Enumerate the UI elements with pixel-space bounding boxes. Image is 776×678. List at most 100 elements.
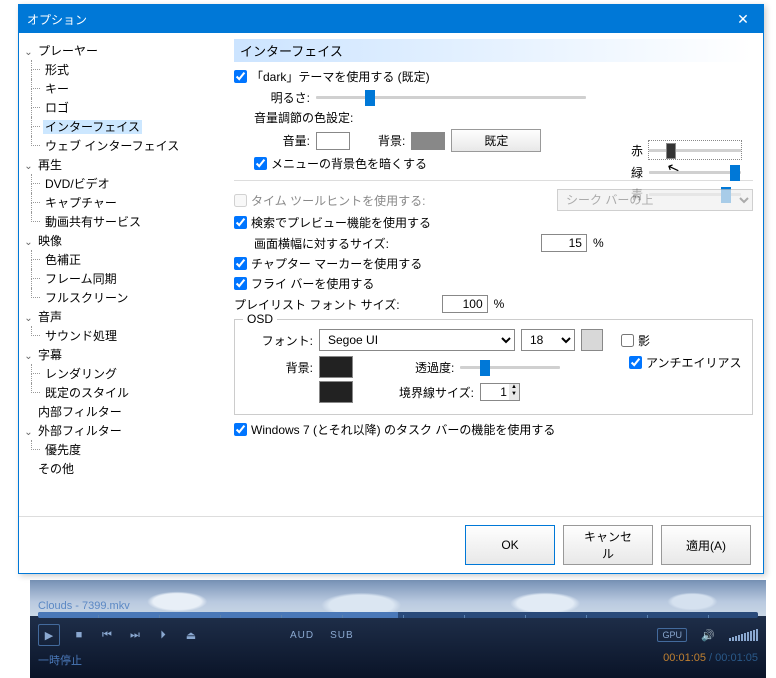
use-dark-theme-checkbox[interactable]: 「dark」テーマを使用する (既定) xyxy=(234,68,753,85)
gpu-indicator[interactable]: GPU xyxy=(657,628,687,642)
playlist-font-unit: % xyxy=(494,297,505,311)
tree-extfilter[interactable]: ⌄外部フィルター xyxy=(23,421,219,440)
osd-border-label: 境界線サイズ: xyxy=(399,384,474,401)
tree-share[interactable]: 動画共有サービス xyxy=(39,212,219,231)
tree-sound[interactable]: サウンド処理 xyxy=(39,326,219,345)
osd-border-input[interactable] xyxy=(481,384,509,400)
eject-button[interactable]: ⏏ xyxy=(182,626,200,644)
tree-playback[interactable]: ⌄再生 xyxy=(23,155,219,174)
prev-button[interactable]: ⏮ xyxy=(98,626,116,644)
preview-checkbox[interactable]: 検索でプレビュー機能を使用する xyxy=(234,214,753,231)
default-button[interactable]: 既定 xyxy=(451,129,541,152)
osd-trans-label: 透過度: xyxy=(415,359,454,376)
chevron-down-icon[interactable]: ⌄ xyxy=(23,427,34,438)
options-dialog: オプション ✕ ⌄プレーヤー 形式 キー ロゴ インターフェイス ウェブ インタ… xyxy=(18,4,764,574)
osd-bg-color-swatch[interactable] xyxy=(319,356,353,378)
dialog-buttons: OK キャンセル 適用(A) xyxy=(19,516,763,573)
tree-key[interactable]: キー xyxy=(39,79,219,98)
tree-other[interactable]: ⌄その他 xyxy=(23,459,219,478)
tree-capture[interactable]: キャプチャー xyxy=(39,193,219,212)
preview-input[interactable] xyxy=(234,216,247,229)
tree-intfilter[interactable]: ⌄内部フィルター xyxy=(23,402,219,421)
tree-fullscreen[interactable]: フルスクリーン xyxy=(39,288,219,307)
use-dark-theme-input[interactable] xyxy=(234,70,247,83)
tree-rendering[interactable]: レンダリング xyxy=(39,364,219,383)
tree-interface[interactable]: インターフェイス xyxy=(39,117,219,136)
osd-border-spinner[interactable]: ▲▼ xyxy=(480,383,520,401)
tree-priority[interactable]: 優先度 xyxy=(39,440,219,459)
osd-legend: OSD xyxy=(243,312,277,326)
tree-player[interactable]: ⌄プレーヤー xyxy=(23,41,219,60)
step-button[interactable]: ⏵ xyxy=(154,626,172,644)
osd-antialias-input[interactable] xyxy=(629,356,642,369)
tree-format[interactable]: 形式 xyxy=(39,60,219,79)
titlebar[interactable]: オプション ✕ xyxy=(19,5,763,33)
osd-shadow-checkbox[interactable]: 影 xyxy=(621,332,650,349)
ok-button[interactable]: OK xyxy=(465,525,555,565)
brightness-label: 明るさ: xyxy=(254,89,310,106)
osd-shadow-input[interactable] xyxy=(621,334,634,347)
player-file-title: Clouds - 7399.mkv xyxy=(38,600,130,612)
brightness-slider[interactable] xyxy=(316,88,586,106)
tree-subtitle[interactable]: ⌄字幕 xyxy=(23,345,219,364)
bg-color-swatch[interactable] xyxy=(411,132,445,150)
tree-audio[interactable]: ⌄音声 xyxy=(23,307,219,326)
play-button[interactable]: ▶ xyxy=(38,624,60,646)
green-slider[interactable] xyxy=(649,163,741,181)
chevron-down-icon[interactable]: ⌄ xyxy=(23,161,34,172)
time-tooltip-input xyxy=(234,194,247,207)
flybar-input[interactable] xyxy=(234,277,247,290)
win7-taskbar-checkbox[interactable]: Windows 7 (とそれ以降) のタスク バーの機能を使用する xyxy=(234,421,753,438)
osd-bg-label: 背景: xyxy=(243,359,313,376)
seek-bar[interactable] xyxy=(38,612,758,618)
options-content: インターフェイス 「dark」テーマを使用する (既定) 明るさ: 音量調節の色… xyxy=(224,33,763,516)
tree-colorcorr[interactable]: 色補正 xyxy=(39,250,219,269)
volume-color-swatch[interactable] xyxy=(316,132,350,150)
osd-font-label: フォント: xyxy=(243,332,313,349)
stop-button[interactable]: ■ xyxy=(70,626,88,644)
chevron-down-icon[interactable]: ⌄ xyxy=(23,313,34,324)
win7-taskbar-input[interactable] xyxy=(234,423,247,436)
darken-menu-input[interactable] xyxy=(254,157,267,170)
sub-indicator[interactable]: SUB xyxy=(330,630,354,641)
osd-font-combo[interactable]: Segoe UI xyxy=(319,329,515,351)
aud-indicator[interactable]: AUD xyxy=(290,630,314,641)
time-tooltip-checkbox: タイム ツールヒントを使用する: シーク バーの上 xyxy=(234,189,753,211)
chevron-down-icon[interactable]: ⌄ xyxy=(23,237,34,248)
volume-color-label: 音量調節の色設定: xyxy=(254,109,353,126)
preview-size-input[interactable] xyxy=(541,234,587,252)
osd-font-color-swatch[interactable] xyxy=(581,329,603,351)
window-title: オプション xyxy=(27,11,87,28)
volume-color-label2: 音量: xyxy=(254,132,310,149)
osd-antialias-checkbox[interactable]: アンチエイリアス xyxy=(629,354,742,371)
osd-trans-slider[interactable] xyxy=(460,358,560,376)
flybar-checkbox[interactable]: フライ バーを使用する xyxy=(234,275,753,292)
chapter-marker-checkbox[interactable]: チャプター マーカーを使用する xyxy=(234,255,753,272)
spinner-arrows-icon[interactable]: ▲▼ xyxy=(509,384,519,400)
playlist-font-input[interactable] xyxy=(442,295,488,313)
tree-dvd[interactable]: DVD/ビデオ xyxy=(39,174,219,193)
next-button[interactable]: ⏭ xyxy=(126,626,144,644)
tree-webif[interactable]: ウェブ インターフェイス xyxy=(39,136,219,155)
apply-button[interactable]: 適用(A) xyxy=(661,525,751,565)
volume-bars[interactable] xyxy=(729,629,758,641)
red-slider[interactable] xyxy=(649,141,741,159)
close-icon[interactable]: ✕ xyxy=(731,11,755,28)
tree-video[interactable]: ⌄映像 xyxy=(23,231,219,250)
tree-logo[interactable]: ロゴ xyxy=(39,98,219,117)
osd-group: OSD フォント: Segoe UI 18 影 アンチ xyxy=(234,319,753,415)
tree-framesync[interactable]: フレーム同期 xyxy=(39,269,219,288)
section-title: インターフェイス xyxy=(234,39,753,62)
osd-border-color-swatch[interactable] xyxy=(319,381,353,403)
options-tree[interactable]: ⌄プレーヤー 形式 キー ロゴ インターフェイス ウェブ インターフェイス ⌄再… xyxy=(19,33,224,516)
chapter-marker-input[interactable] xyxy=(234,257,247,270)
chevron-down-icon[interactable]: ⌄ xyxy=(23,351,34,362)
chevron-down-icon[interactable]: ⌄ xyxy=(23,47,34,58)
time-display: 00:01:05 / 00:01:05 xyxy=(663,652,758,668)
volume-icon[interactable]: 🔊 xyxy=(699,626,717,644)
time-tooltip-combo: シーク バーの上 xyxy=(557,189,753,211)
media-player: Clouds - 7399.mkv ▶ ■ ⏮ ⏭ ⏵ ⏏ AUD SUB GP… xyxy=(30,580,766,678)
tree-defstyle[interactable]: 既定のスタイル xyxy=(39,383,219,402)
osd-font-size-combo[interactable]: 18 xyxy=(521,329,575,351)
cancel-button[interactable]: キャンセル xyxy=(563,525,653,565)
